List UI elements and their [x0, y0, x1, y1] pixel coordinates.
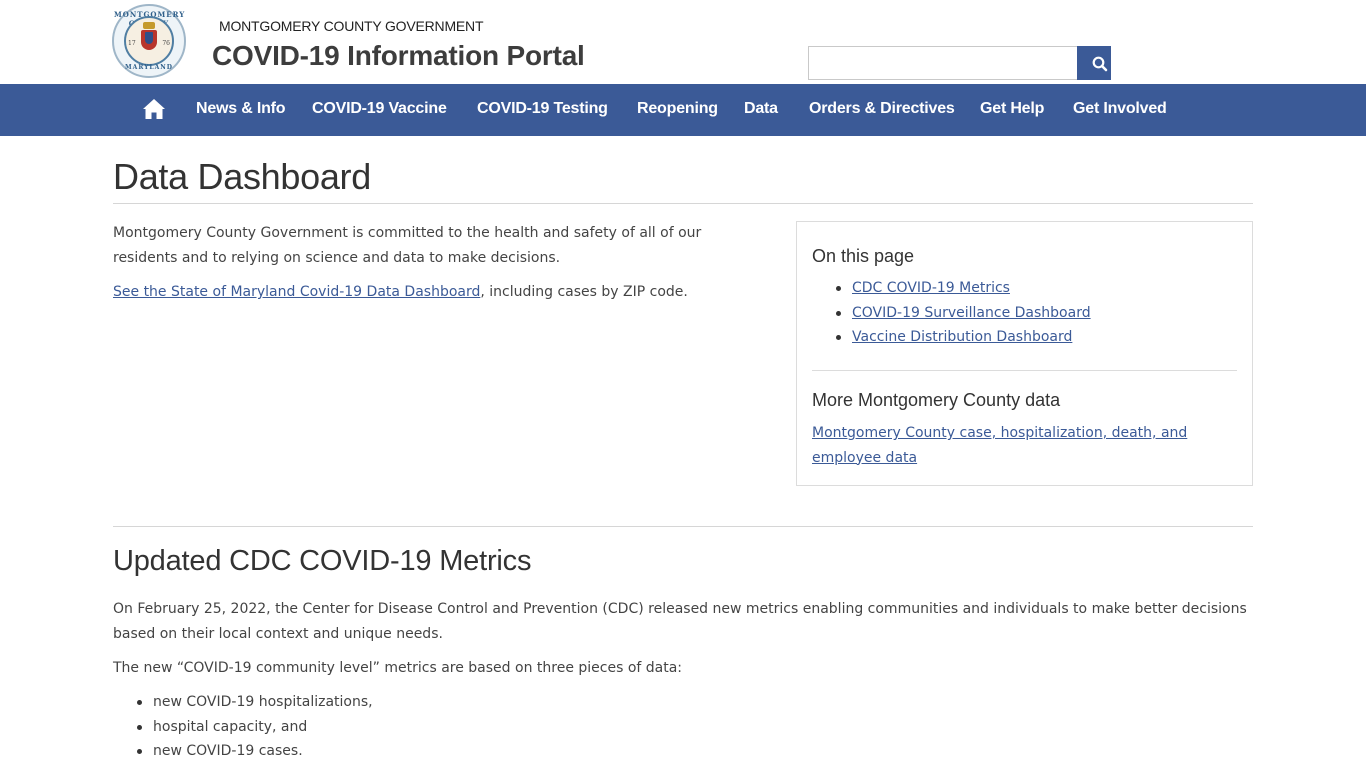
vaccine-dashboard-link[interactable]: Vaccine Distribution Dashboard	[852, 329, 1072, 345]
title-divider	[113, 203, 1253, 204]
seal-bottom-text: MARYLAND	[125, 64, 173, 71]
section-divider	[113, 526, 1253, 527]
nav-news-info[interactable]: News & Info	[196, 100, 286, 118]
on-this-page-heading: On this page	[812, 246, 915, 266]
intro-text: Montgomery County Government is committe…	[113, 221, 763, 270]
seal-shield-inner	[145, 32, 153, 44]
portal-title[interactable]: COVID-19 Information Portal	[212, 40, 585, 72]
list-item: CDC COVID-19 Metrics	[836, 276, 1091, 301]
list-item: new COVID-19 cases.	[137, 739, 373, 764]
nav-covid-vaccine[interactable]: COVID-19 Vaccine	[312, 100, 447, 118]
seal-year-left: 17	[128, 40, 136, 47]
nav-data[interactable]: Data	[744, 100, 778, 118]
list-item: COVID-19 Surveillance Dashboard	[836, 301, 1091, 326]
search-icon	[1092, 56, 1108, 72]
cdc-metrics-paragraph: On February 25, 2022, the Center for Dis…	[113, 601, 1247, 642]
nav-orders-directives[interactable]: Orders & Directives	[809, 100, 955, 118]
cdc-metrics-heading: Updated CDC COVID-19 Metrics	[113, 545, 532, 577]
state-dashboard-link[interactable]: See the State of Maryland Covid-19 Data …	[113, 284, 480, 300]
nav-reopening[interactable]: Reopening	[637, 100, 718, 118]
home-icon	[143, 99, 165, 119]
search-button[interactable]	[1077, 46, 1111, 80]
county-seal-logo[interactable]: MONTGOMERY COUNTY 17 76 MARYLAND	[112, 4, 186, 78]
nav-get-involved[interactable]: Get Involved	[1073, 100, 1167, 118]
more-data-link-wrap: Montgomery County case, hospitalization,…	[812, 421, 1222, 470]
on-this-page-box: On this page CDC COVID-19 Metrics COVID-…	[796, 221, 1253, 486]
surveillance-dashboard-link[interactable]: COVID-19 Surveillance Dashboard	[852, 305, 1091, 321]
seal-year-right: 76	[162, 40, 170, 47]
nav-get-help[interactable]: Get Help	[980, 100, 1044, 118]
state-dashboard-suffix: , including cases by ZIP code.	[480, 284, 688, 300]
cdc-metrics-link[interactable]: CDC COVID-19 Metrics	[852, 280, 1010, 296]
nav-covid-testing[interactable]: COVID-19 Testing	[477, 100, 608, 118]
search-input[interactable]	[808, 46, 1077, 80]
page-title: Data Dashboard	[113, 156, 371, 197]
on-this-page-list: CDC COVID-19 Metrics COVID-19 Surveillan…	[836, 276, 1091, 350]
main-navigation: News & Info COVID-19 Vaccine COVID-19 Te…	[0, 84, 1366, 136]
seal-crown-icon	[143, 22, 155, 29]
nav-home-button[interactable]	[142, 98, 166, 120]
sidebox-divider	[812, 370, 1237, 371]
seal-emblem: 17 76	[124, 16, 174, 66]
site-header: MONTGOMERY COUNTY 17 76 MARYLAND MONTGOM…	[0, 0, 1366, 84]
county-data-link[interactable]: Montgomery County case, hospitalization,…	[812, 425, 1187, 466]
list-item: Vaccine Distribution Dashboard	[836, 325, 1091, 350]
intro-paragraph: Montgomery County Government is committe…	[113, 225, 702, 266]
government-name[interactable]: MONTGOMERY COUNTY GOVERNMENT	[219, 18, 484, 34]
more-data-heading: More Montgomery County data	[812, 390, 1061, 410]
metrics-list: new COVID-19 hospitalizations, hospital …	[137, 690, 373, 764]
list-item: hospital capacity, and	[137, 715, 373, 740]
state-dashboard-line: See the State of Maryland Covid-19 Data …	[113, 280, 688, 304]
list-item: new COVID-19 hospitalizations,	[137, 690, 373, 715]
community-level-paragraph: The new “COVID-19 community level” metri…	[113, 660, 683, 676]
